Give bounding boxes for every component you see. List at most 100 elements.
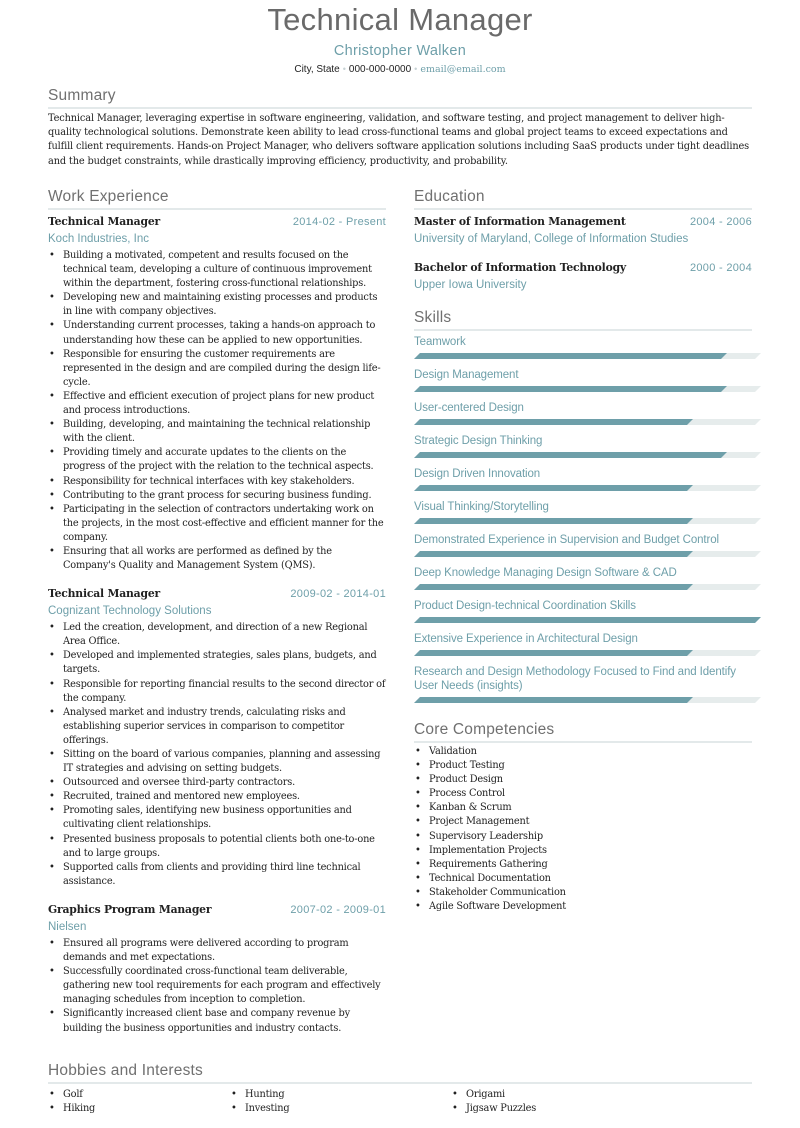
skill-bar-fill bbox=[414, 551, 693, 557]
competency-item: Technical Documentation bbox=[414, 872, 752, 886]
left-column: Work Experience Technical Manager 2014-02… bbox=[48, 187, 386, 1036]
section-heading-skills: Skills bbox=[414, 308, 752, 331]
competency-item: Supervisory Leadership bbox=[414, 830, 752, 844]
education-header: Master of Information Management 2004 - 2… bbox=[414, 214, 752, 230]
hobby-list: OrigamiJigsaw Puzzles bbox=[451, 1088, 633, 1116]
job-bullets: Led the creation, development, and direc… bbox=[48, 621, 386, 889]
bullet-item: Led the creation, development, and direc… bbox=[48, 621, 386, 649]
hobby-item: Investing bbox=[230, 1102, 451, 1116]
education-entry: Bachelor of Information Technology 2000 -… bbox=[414, 260, 752, 294]
competency-item: Requirements Gathering bbox=[414, 858, 752, 872]
job-header: Graphics Program Manager 2007-02 - 2009-0… bbox=[48, 902, 386, 918]
bullet-item: Successfully coordinated cross-functiona… bbox=[48, 965, 386, 1007]
skill-item: Visual Thinking/Storytelling bbox=[414, 498, 761, 529]
core-competencies-section: Core Competencies ValidationProduct Test… bbox=[414, 720, 752, 914]
skill-item: Strategic Design Thinking bbox=[414, 432, 761, 463]
separator-dot: • bbox=[414, 64, 418, 74]
bullet-item: Ensured all programs were delivered acco… bbox=[48, 937, 386, 965]
job-title: Technical Manager bbox=[48, 215, 160, 228]
hobby-item: Origami bbox=[451, 1088, 633, 1102]
education-entry: Master of Information Management 2004 - 2… bbox=[414, 214, 752, 248]
skill-label: Visual Thinking/Storytelling bbox=[414, 501, 549, 513]
section-heading-work-experience: Work Experience bbox=[48, 187, 386, 210]
competency-item: Product Design bbox=[414, 773, 752, 787]
skill-bar bbox=[414, 386, 761, 392]
job-header: Technical Manager 2009-02 - 2014-01 bbox=[48, 586, 386, 602]
skill-bar bbox=[414, 419, 761, 425]
bullet-item: Building a motivated, competent and resu… bbox=[48, 249, 386, 291]
competency-item: Product Testing bbox=[414, 759, 752, 773]
skill-bar bbox=[414, 650, 761, 656]
skill-item: Extensive Experience in Architectural De… bbox=[414, 630, 761, 661]
competency-item: Kanban & Scrum bbox=[414, 801, 752, 815]
summary-section: Summary Technical Manager, leveraging ex… bbox=[48, 86, 752, 169]
phone: 000-000-0000 bbox=[348, 64, 412, 75]
job-header: Technical Manager 2014-02 - Present bbox=[48, 214, 386, 230]
job-title: Graphics Program Manager bbox=[48, 902, 212, 916]
skills-section: Skills Teamwork Design Management User-cen… bbox=[414, 308, 761, 708]
skill-bar-fill bbox=[414, 353, 727, 359]
job-title-heading: Technical Manager bbox=[267, 2, 533, 37]
hobby-list: GolfHiking bbox=[48, 1088, 230, 1116]
skill-bar-fill bbox=[414, 650, 693, 656]
job-entry: Graphics Program Manager 2007-02 - 2009-0… bbox=[48, 902, 386, 1036]
bullet-item: Presented business proposals to potentia… bbox=[48, 833, 386, 861]
bullet-item: Responsible for ensuring the customer re… bbox=[48, 348, 386, 390]
skill-bar bbox=[414, 584, 761, 590]
hobby-item: Hunting bbox=[230, 1088, 451, 1102]
job-dates: 2014-02 - Present bbox=[292, 216, 386, 228]
hobby-list: HuntingInvesting bbox=[230, 1088, 451, 1116]
school-name: Upper Iowa University bbox=[414, 279, 527, 291]
candidate-name: Christopher Walken bbox=[333, 43, 467, 59]
hobby-column: GolfHiking bbox=[48, 1087, 230, 1116]
bullet-item: Effective and efficient execution of pro… bbox=[48, 390, 386, 418]
skill-label: Research and Design Methodology Focused … bbox=[414, 666, 736, 692]
section-heading-education: Education bbox=[414, 187, 752, 210]
bullet-item: Developing new and maintaining existing … bbox=[48, 291, 386, 319]
skill-bar bbox=[414, 518, 761, 524]
hobby-item: Golf bbox=[48, 1088, 230, 1102]
company-name: Nielsen bbox=[48, 920, 87, 933]
skill-item: Design Management bbox=[414, 366, 761, 397]
degree-name: Master of Information Management bbox=[414, 215, 626, 228]
skill-bar-fill bbox=[414, 518, 693, 524]
bullet-item: Participating in the selection of contra… bbox=[48, 503, 386, 545]
skill-bar bbox=[414, 551, 761, 557]
hobby-column: HuntingInvesting bbox=[230, 1087, 451, 1116]
competency-item: Agile Software Development bbox=[414, 900, 752, 914]
degree-name: Bachelor of Information Technology bbox=[414, 261, 626, 274]
bullet-item: Sitting on the board of various companie… bbox=[48, 748, 386, 776]
skill-bar-fill bbox=[414, 452, 727, 458]
bullet-item: Building, developing, and maintaining th… bbox=[48, 418, 386, 446]
skill-bar-fill bbox=[414, 617, 761, 623]
competency-item: Implementation Projects bbox=[414, 844, 752, 858]
education-list: Master of Information Management 2004 - 2… bbox=[414, 214, 752, 294]
skill-bar bbox=[414, 452, 761, 458]
skill-label: Design Management bbox=[414, 369, 519, 381]
email-link[interactable]: email@email.com bbox=[420, 64, 505, 75]
bullet-item: Ensuring that all works are performed as… bbox=[48, 545, 386, 573]
skill-label: Demonstrated Experience in Supervision a… bbox=[414, 534, 719, 546]
education-dates: 2004 - 2006 bbox=[689, 216, 752, 228]
skill-item: Demonstrated Experience in Supervision a… bbox=[414, 531, 761, 562]
bullet-item: Responsible for reporting financial resu… bbox=[48, 678, 386, 706]
skill-label: Teamwork bbox=[414, 336, 466, 348]
separator-dot: • bbox=[342, 64, 346, 74]
job-dates: 2007-02 - 2009-01 bbox=[290, 903, 386, 916]
skill-item: Teamwork bbox=[414, 333, 761, 364]
skill-item: Deep Knowledge Managing Design Software … bbox=[414, 564, 761, 595]
bullet-item: Supported calls from clients and providi… bbox=[48, 861, 386, 889]
bullet-item: Responsibility for technical interfaces … bbox=[48, 475, 386, 489]
hobby-item: Hiking bbox=[48, 1102, 230, 1116]
job-bullets: Ensured all programs were delivered acco… bbox=[48, 937, 386, 1036]
job-dates: 2009-02 - 2014-01 bbox=[290, 588, 386, 601]
school-name: University of Maryland, College of Infor… bbox=[414, 233, 689, 245]
competency-item: Stakeholder Communication bbox=[414, 886, 752, 900]
job-bullets: Building a motivated, competent and resu… bbox=[48, 249, 386, 573]
bullet-item: Significantly increased client base and … bbox=[48, 1007, 386, 1035]
skill-item: User-centered Design bbox=[414, 399, 761, 430]
section-heading-hobbies: Hobbies and Interests bbox=[48, 1061, 752, 1084]
skill-bar bbox=[414, 617, 761, 623]
skill-label: Product Design-technical Coordination Sk… bbox=[414, 600, 636, 612]
core-competencies-list: ValidationProduct TestingProduct DesignP… bbox=[414, 745, 752, 914]
